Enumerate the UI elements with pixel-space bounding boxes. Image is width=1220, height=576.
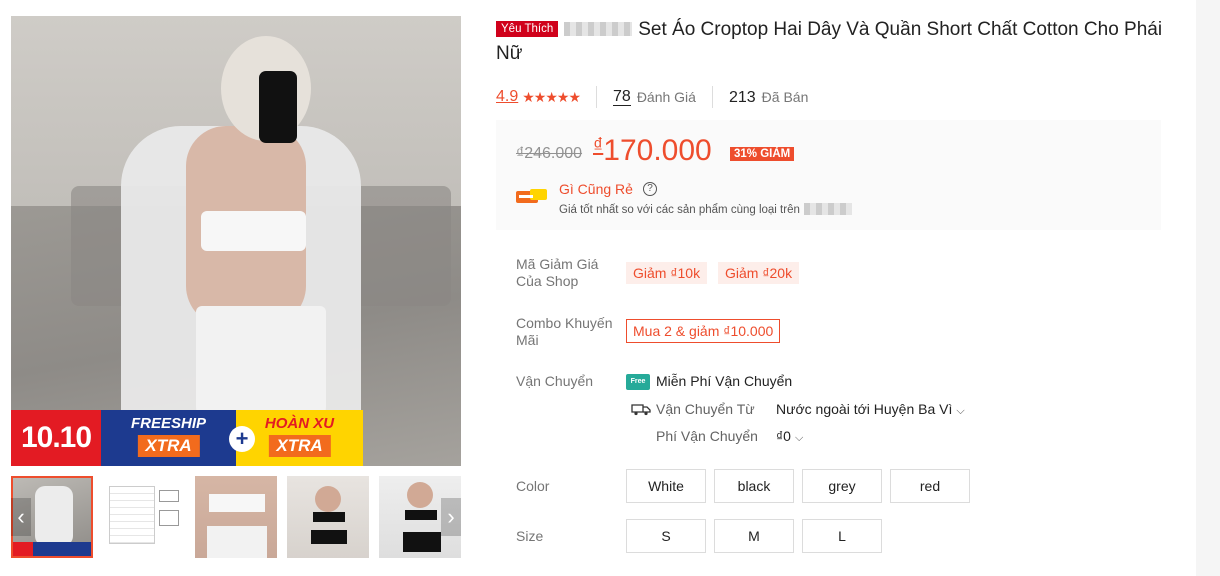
shipping-label: Vận Chuyển [516,373,594,389]
color-option[interactable]: red [890,469,970,503]
promo-xtra-label: XTRA [137,435,200,457]
gi-cung-re-logo-icon [516,189,547,203]
shop-name-redacted [564,22,633,36]
divider [596,86,598,108]
cheap-subtitle-text: Giá tốt nhất so với các sản phẩm cùng lo… [559,204,800,216]
sold-label: Đã Bán [761,89,809,105]
favorite-badge: Yêu Thích [496,21,559,37]
voucher-chip[interactable]: Giảm ₫20k [718,262,800,284]
color-label: Color [516,478,550,494]
review-count[interactable]: 78 [613,88,631,106]
product-title: Yêu Thích Set Áo Croptop Hai Dây Và Quần … [496,18,1166,66]
discount-badge: 31% GIẢM [730,147,795,161]
cheap-title: Gì Cũng Rẻ [559,181,633,197]
review-label: Đánh Giá [636,89,696,105]
thumb-next-arrow-icon[interactable]: › [441,498,461,536]
color-option[interactable]: grey [802,469,882,503]
thumbnail-strip: ‹ › [11,476,461,558]
main-product-image[interactable]: 10.10 FREESHIP XTRA + HOÀN XU XTRA [11,16,461,466]
rating-value[interactable]: 4.9 [496,88,518,106]
currency-symbol: ₫ [593,135,604,157]
current-price: ₫170.000 [593,134,712,168]
truck-icon [631,404,651,416]
image-crop-top [201,211,306,251]
free-shipping-text: Miễn Phí Vận Chuyển [656,373,793,389]
voucher-chip[interactable]: Giảm ₫10k [626,262,708,284]
color-option[interactable]: black [714,469,794,503]
platform-name-redacted [803,203,852,215]
product-card: 10.10 FREESHIP XTRA + HOÀN XU XTRA ‹ › Y… [0,0,1196,576]
size-option[interactable]: M [714,519,794,553]
sold-count: 213 [728,88,756,106]
thumb-prev-arrow-icon[interactable]: ‹ [11,498,31,536]
product-info: Yêu Thích Set Áo Croptop Hai Dây Và Quần … [496,18,1166,553]
combo-chip[interactable]: Mua 2 & giảm ₫10.000 [626,319,781,343]
star-icons: ★★★★★ [522,88,581,105]
thumbnail[interactable] [287,476,369,558]
help-icon[interactable]: ? [643,182,657,196]
ship-fee-value: ₫0 [776,428,791,444]
promo-plus-icon: + [229,426,255,452]
image-phone [259,71,297,143]
promo-hoan-xu-label: HOÀN XU [264,415,335,432]
ship-fee-dropdown[interactable]: ₫0 ⌵ [776,428,803,445]
promo-xtra-label: XTRA [268,435,331,457]
ship-from-value: Nước ngoài tới Huyện Ba Vì [776,401,953,417]
current-price-value: 170.000 [603,134,712,167]
promo-freeship: FREESHIP XTRA [101,410,236,466]
rating-row: 4.9 ★★★★★ 78 Đánh Giá 213 Đã Bán [496,86,808,108]
chevron-down-icon: ⌵ [956,405,965,417]
original-price: ₫246.000 [516,145,583,162]
size-label: Size [516,528,544,544]
thumbnail[interactable] [195,476,277,558]
voucher-label: Mã Giảm Giá Của Shop [516,256,599,289]
chevron-down-icon: ⌵ [794,432,804,444]
price-box: ₫246.000 ₫170.000 31% GIẢM Gì Cũng Rẻ ? … [496,120,1161,230]
size-option[interactable]: S [626,519,706,553]
divider [711,86,713,108]
promo-banner: 10.10 FREESHIP XTRA + HOÀN XU XTRA [11,410,363,466]
combo-label: Combo Khuyến Mãi [516,315,613,348]
ship-from-label: Vận Chuyển Từ [656,401,755,417]
promo-freeship-label: FREESHIP [130,415,206,432]
ship-from-dropdown[interactable]: Nước ngoài tới Huyện Ba Vì ⌵ [776,401,965,418]
promo-hoan-xu: HOÀN XU XTRA [236,410,363,466]
size-option[interactable]: L [802,519,882,553]
color-option[interactable]: White [626,469,706,503]
cheap-subtitle: Giá tốt nhất so với các sản phẩm cùng lo… [559,203,858,216]
ship-fee-label: Phí Vận Chuyển [656,428,758,444]
promo-1010: 10.10 [11,410,101,466]
thumbnail[interactable] [103,476,185,558]
free-shipping-icon: Free [626,374,650,390]
